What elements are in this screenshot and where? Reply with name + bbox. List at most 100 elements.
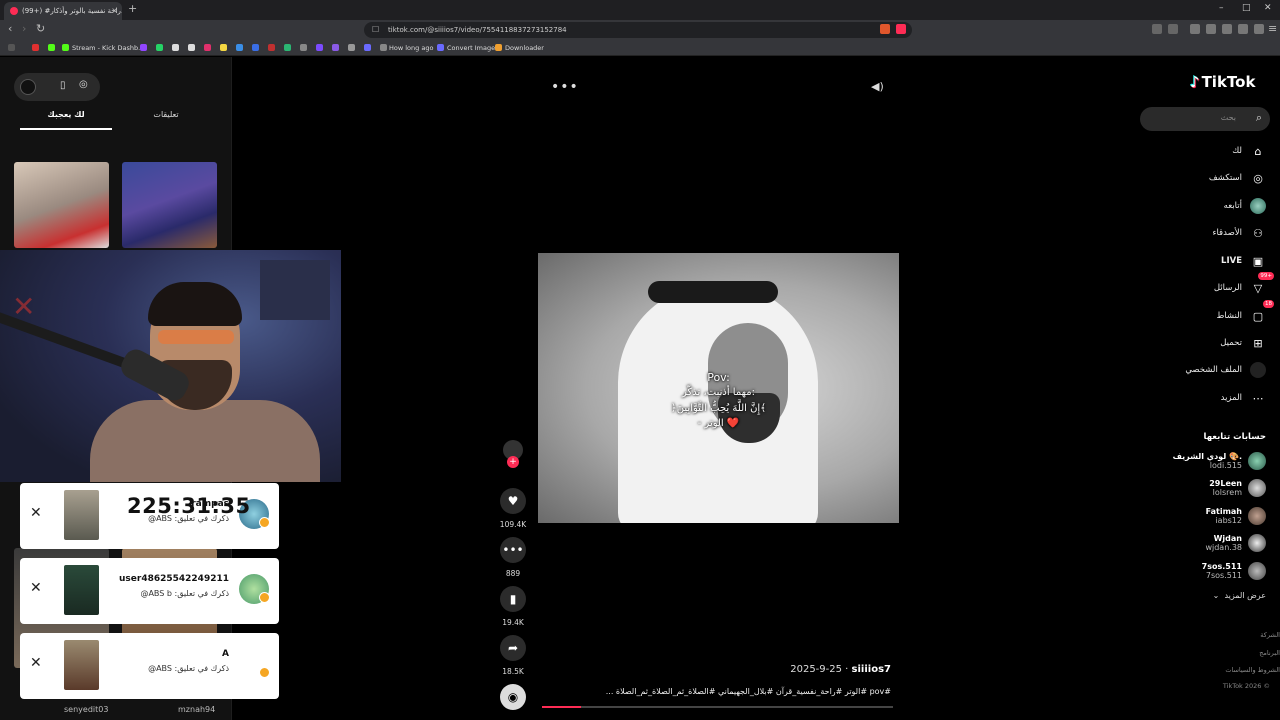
brave-shield-icon[interactable] xyxy=(880,24,890,34)
music-disc-icon[interactable]: ◉ xyxy=(500,684,526,710)
vpn-icon[interactable] xyxy=(1254,24,1264,34)
creator-avatar[interactable]: + xyxy=(498,440,528,468)
extension-icon[interactable] xyxy=(1152,24,1162,34)
minimize-icon[interactable]: – xyxy=(1219,3,1224,13)
kick-icon[interactable] xyxy=(48,44,55,51)
following-account[interactable]: Wjdan wjdan.38 xyxy=(1205,531,1266,555)
comment-icon[interactable]: ••• xyxy=(500,537,526,563)
video-thumbnail[interactable] xyxy=(14,162,109,248)
tiktok-logo[interactable]: ♪ TikTok xyxy=(1190,73,1255,91)
close-window-icon[interactable]: ✕ xyxy=(1264,3,1272,13)
tiktok-icon[interactable] xyxy=(188,44,195,51)
back-icon[interactable]: ‹ xyxy=(8,22,12,35)
menu-icon[interactable]: ≡ xyxy=(1268,22,1277,35)
bookmark-icon[interactable]: ▮ xyxy=(500,586,526,612)
nav-profile[interactable]: الملف الشخصي xyxy=(1185,361,1266,379)
kick-icon[interactable] xyxy=(62,44,69,51)
video-player[interactable]: Pov: مهما أذنبت، تذكّر: ﴿إِنَّ اللَّهَ ي… xyxy=(538,253,899,523)
share-icon[interactable]: ➦ xyxy=(500,635,526,661)
whatsapp-icon[interactable] xyxy=(156,44,163,51)
close-icon[interactable]: ✕ xyxy=(30,655,42,671)
x-icon[interactable] xyxy=(172,44,179,51)
bookmark-downloader[interactable]: Downloader xyxy=(505,42,544,54)
tab-comments[interactable]: تعليقات xyxy=(121,110,211,119)
search-input[interactable]: بحث ⌕ xyxy=(1140,107,1270,131)
nav-more[interactable]: المزيد ⋯ xyxy=(1221,389,1266,407)
bookmark-how-long-ago[interactable]: How long ago xyxy=(389,42,433,54)
close-icon[interactable]: ✕ xyxy=(30,505,42,521)
bookmark-icon[interactable] xyxy=(332,44,339,51)
heart-icon[interactable]: ♥ xyxy=(500,488,526,514)
bookmark-icon[interactable] xyxy=(284,44,291,51)
volume-icon[interactable]: ◀) xyxy=(871,80,884,93)
share-button[interactable]: ➦ 18.5K xyxy=(498,635,528,676)
download-icon[interactable] xyxy=(495,44,502,51)
device-toggle[interactable]: ▯ ◎ xyxy=(14,73,100,101)
following-account[interactable]: Fatimah iabs12 xyxy=(1206,504,1266,528)
notification-card[interactable]: ✕ user48625542249211 ذكرك في تعليق: ABS … xyxy=(20,558,279,624)
reload-icon[interactable]: ↻ xyxy=(36,22,45,35)
bookmark-icon[interactable] xyxy=(316,44,323,51)
browser-tab[interactable]: (99+) #راحة نفسية بالوتر وأذكار... × xyxy=(4,2,122,20)
nav-explore[interactable]: استكشف ◎ xyxy=(1209,169,1266,187)
footer-link[interactable]: الشركة xyxy=(1260,631,1280,639)
nav-following[interactable]: أتابعه xyxy=(1224,197,1266,215)
following-account[interactable]: 29Leen lolsrem xyxy=(1209,476,1266,500)
tab-for-you[interactable]: لك يعجبك xyxy=(21,110,111,119)
footer-link[interactable]: البرنامج xyxy=(1259,649,1280,657)
media-icon[interactable] xyxy=(1190,24,1200,34)
thumbnail-author[interactable]: mznah94 xyxy=(178,705,215,714)
comment-button[interactable]: ••• 889 xyxy=(498,537,528,578)
nav-activity[interactable]: النشاط ▢ 18 xyxy=(1216,300,1274,325)
bookmark-icon[interactable] xyxy=(348,44,355,51)
bookmark-icon[interactable] xyxy=(364,44,371,51)
apps-grid-icon[interactable] xyxy=(8,44,15,51)
extension-icon[interactable] xyxy=(1168,24,1178,34)
clock-icon[interactable] xyxy=(380,44,387,51)
nav-live[interactable]: LIVE ▣ xyxy=(1221,252,1266,270)
follow-plus-icon[interactable]: + xyxy=(507,456,519,468)
bookmark-page-icon[interactable]: ☐ xyxy=(372,22,379,38)
rewards-icon[interactable] xyxy=(896,24,906,34)
bookmark-kick-dashboard[interactable]: Stream - Kick Dashb... xyxy=(72,42,144,54)
sidebar-icon[interactable] xyxy=(1206,24,1216,34)
bookmark-icon[interactable] xyxy=(300,44,307,51)
close-icon[interactable]: ✕ xyxy=(30,580,42,596)
video-author[interactable]: siiiios7 xyxy=(852,664,891,675)
thumbnail-author[interactable]: senyedit03 xyxy=(64,705,108,714)
music-disc[interactable]: ◉ xyxy=(498,684,528,710)
avatar[interactable] xyxy=(20,79,36,95)
leo-icon[interactable] xyxy=(1238,24,1248,34)
notification-card[interactable]: ✕ A ذكرك في تعليق: ABS@ xyxy=(20,633,279,699)
wallet-icon[interactable] xyxy=(1222,24,1232,34)
nav-messages[interactable]: الرسائل ▽ 99+ xyxy=(1214,272,1274,297)
bookmark-icon[interactable] xyxy=(252,44,259,51)
convert-icon[interactable] xyxy=(437,44,444,51)
save-button[interactable]: ▮ 19.4K xyxy=(498,586,528,627)
bookmark-icon[interactable] xyxy=(220,44,227,51)
bookmark-icon[interactable] xyxy=(236,44,243,51)
see-more-button[interactable]: عرض المزيد ⌄ xyxy=(1213,591,1266,600)
maximize-icon[interactable]: □ xyxy=(1242,3,1251,13)
footer-link[interactable]: الشروط والسياسات xyxy=(1225,666,1280,674)
nav-friends[interactable]: الأصدقاء ⚇ xyxy=(1212,224,1266,242)
forward-icon[interactable]: › xyxy=(22,22,26,35)
twitch-icon[interactable] xyxy=(140,44,147,51)
nav-upload[interactable]: تحميل ⊞ xyxy=(1220,334,1266,352)
search-icon[interactable]: ⌕ xyxy=(1256,111,1262,125)
nav-for-you[interactable]: لك ⌂ xyxy=(1232,142,1266,160)
bookmark-convert-image[interactable]: Convert Image xyxy=(447,42,495,54)
new-tab-button[interactable]: + xyxy=(128,2,137,15)
following-account[interactable]: لودي الشريف 🎨. lodi.515 xyxy=(1173,449,1266,473)
video-description[interactable]: #pov #الوتر #راحة_نفسية_قرآن #بلال_الجهي… xyxy=(606,687,891,696)
instagram-icon[interactable] xyxy=(204,44,211,51)
like-button[interactable]: ♥ 109.4K xyxy=(498,488,528,529)
bookmark-icon[interactable] xyxy=(268,44,275,51)
video-thumbnail[interactable] xyxy=(122,162,217,248)
bookmark-icon[interactable] xyxy=(32,44,39,51)
video-more-icon[interactable]: ••• xyxy=(551,79,579,95)
phone-icon[interactable]: ▯ xyxy=(60,80,66,91)
tab-close-icon[interactable]: × xyxy=(111,2,118,20)
compass-icon[interactable]: ◎ xyxy=(79,79,88,90)
video-progress-bar[interactable] xyxy=(542,706,893,708)
